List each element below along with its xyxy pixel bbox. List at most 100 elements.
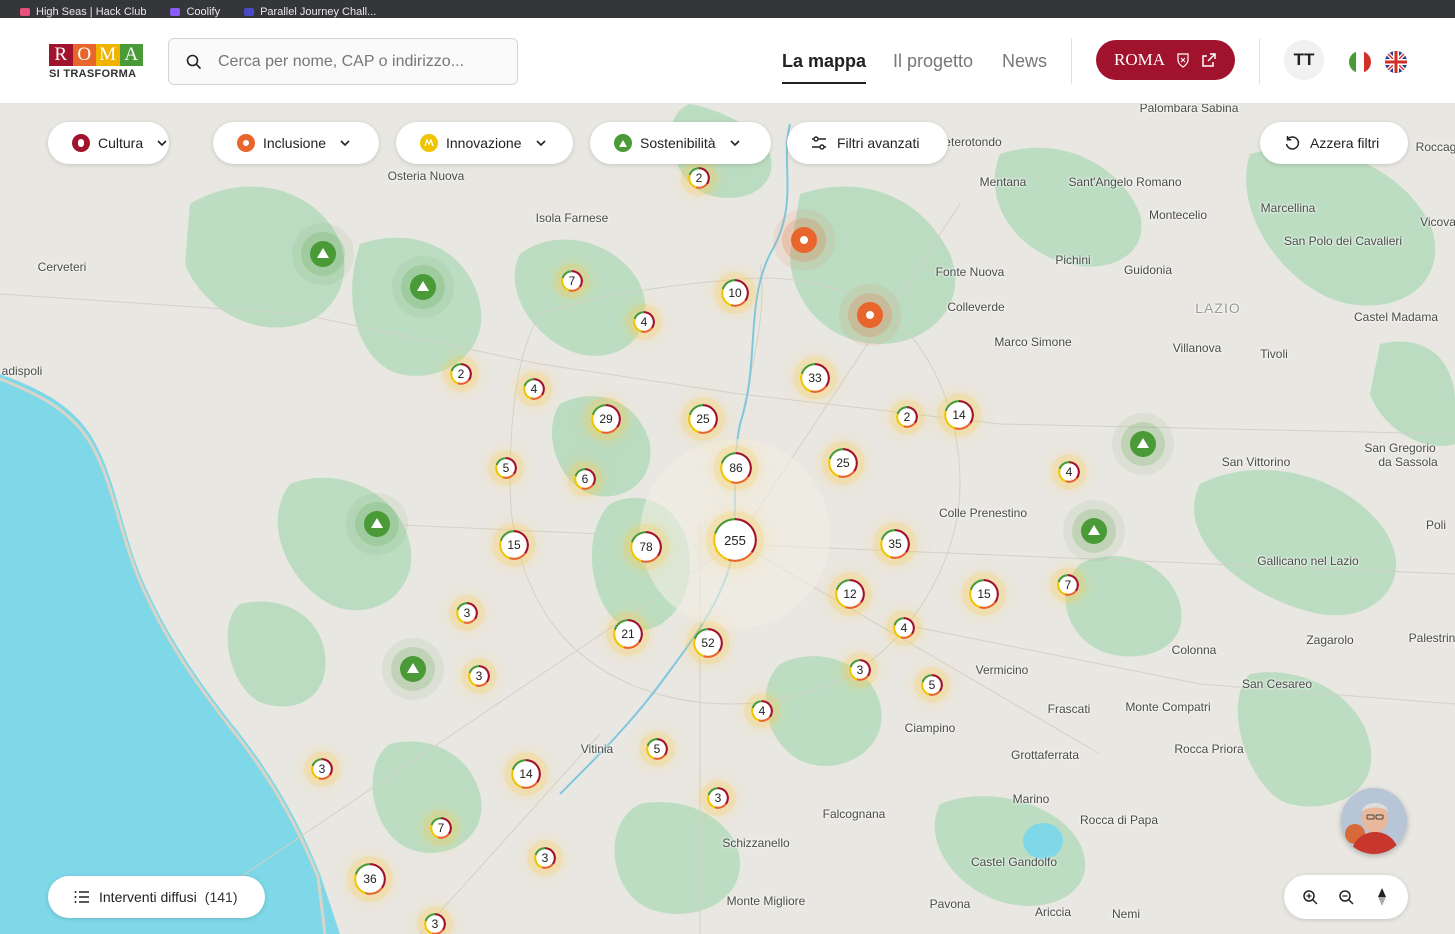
map-cluster[interactable]: 10 [721,279,749,307]
place-label: Vicova [1420,215,1455,229]
filter-sostenibilita[interactable]: Sostenibilità [590,122,771,164]
map-cluster[interactable]: 15 [499,530,529,560]
cluster-count: 21 [621,627,635,641]
map-cluster[interactable]: 12 [835,579,865,609]
filter-innovazione[interactable]: Innovazione [396,122,573,164]
map-cluster[interactable]: 52 [693,628,723,658]
map-cluster[interactable]: 78 [630,531,662,563]
sostenibilita-marker-icon[interactable] [1130,431,1156,457]
search-box[interactable] [168,38,518,85]
place-label: Zagarolo [1306,633,1354,647]
place-label: Vermicino [975,663,1029,677]
reset-filters-button[interactable]: Azzera filtri [1260,122,1408,164]
map-cluster[interactable]: 2 [896,406,918,428]
sostenibilita-marker-icon[interactable] [400,656,426,682]
map-cluster[interactable]: 3 [468,665,490,687]
map-cluster[interactable]: 14 [944,400,974,430]
sostenibilita-marker-icon[interactable] [364,511,390,537]
chevron-down-icon [340,140,350,147]
map-cluster[interactable]: 4 [751,700,773,722]
map-cluster[interactable]: 3 [849,659,871,681]
map-cluster[interactable]: 7 [1057,574,1079,596]
advanced-filters-button[interactable]: Filtri avanzati [787,122,948,164]
place-label: Guidonia [1123,263,1173,277]
map-cluster[interactable]: 15 [969,579,999,609]
place-label: Ciampino [904,721,956,735]
map-cluster[interactable]: 3 [456,602,478,624]
map-cluster[interactable]: 6 [574,468,596,490]
cluster-count: 255 [724,532,746,548]
sostenibilita-marker-icon[interactable] [310,241,336,267]
place-label: Colle Prenestino [938,506,1028,520]
bookmark-favicon-icon [20,8,30,16]
map-cluster[interactable]: 86 [720,452,752,484]
map-cluster[interactable]: 25 [688,404,718,434]
compass-north-icon[interactable] [1371,886,1393,908]
roma-si-trasforma-logo[interactable]: R O M A SI TRASFORMA [49,44,143,80]
zoom-out-icon[interactable] [1335,886,1357,908]
english-flag-icon[interactable] [1385,51,1407,73]
nav-il-progetto[interactable]: Il progetto [893,51,973,72]
map-cluster[interactable]: 36 [354,863,386,895]
search-input[interactable] [218,52,508,71]
map-cluster[interactable]: 4 [893,617,915,639]
place-label: Falcognana [822,807,886,821]
place-label: San Vittorino [1221,455,1291,469]
map-canvas[interactable]: Palombara Sabina Roccag eterotondo Mentana S… [0,104,1455,934]
interventi-diffusi-button[interactable]: Interventi diffusi (141) [48,876,265,918]
cluster-count: 86 [729,461,743,475]
advanced-filters-label: Filtri avanzati [837,135,920,151]
map-cluster[interactable]: 33 [800,363,830,393]
place-label: Ariccia [1034,905,1072,919]
map-cluster[interactable]: 21 [613,619,643,649]
bookmark[interactable]: High Seas | Hack Club [20,7,146,18]
map-cluster[interactable]: 5 [646,738,668,760]
map-cluster[interactable]: 5 [495,457,517,479]
place-label: Poli [1425,518,1447,532]
map-cluster[interactable]: 25 [828,448,858,478]
sostenibilita-marker-icon[interactable] [1081,518,1107,544]
map-cluster[interactable]: 2 [450,363,472,385]
map-cluster[interactable]: 3 [424,913,446,934]
map-cluster[interactable]: 3 [534,847,556,869]
bookmark[interactable]: Parallel Journey Chall... [244,7,376,18]
filter-inclusione[interactable]: Inclusione [213,122,379,164]
map-cluster[interactable]: 2 [688,167,710,189]
place-label: Schizzanello [722,836,790,850]
cluster-count: 4 [900,621,908,635]
user-avatar-button[interactable] [1341,788,1407,854]
cluster-count: 4 [530,382,538,396]
map-cluster[interactable]: 4 [633,311,655,333]
inclusione-marker-icon[interactable] [857,302,883,328]
filter-label: Sostenibilità [640,135,716,151]
map-cluster[interactable]: 35 [880,529,910,559]
map-cluster[interactable]: 29 [591,404,621,434]
map-controls [1284,875,1408,919]
sostenibilita-marker-icon[interactable] [410,274,436,300]
map-cluster[interactable]: 4 [523,378,545,400]
cluster-count: 7 [568,274,576,288]
text-size-button[interactable]: TT [1284,40,1324,80]
roma-external-button[interactable]: ROMA [1096,40,1235,80]
map-cluster[interactable]: 14 [511,759,541,789]
zoom-in-icon[interactable] [1299,886,1321,908]
map-cluster[interactable]: 5 [921,674,943,696]
nav-la-mappa[interactable]: La mappa [782,51,867,84]
map-cluster[interactable]: 4 [1058,461,1080,483]
place-label: Rocca Priora [1174,742,1244,756]
map-cluster[interactable]: 3 [707,787,729,809]
inclusione-marker-icon[interactable] [791,227,817,253]
cluster-count: 15 [977,587,991,601]
place-label: Gallicano nel Lazio [1257,554,1359,568]
map-cluster[interactable]: 7 [430,817,452,839]
cluster-count: 29 [599,412,613,426]
italian-flag-icon[interactable] [1349,51,1371,73]
map-cluster[interactable]: 7 [561,270,583,292]
map-cluster[interactable]: 3 [311,758,333,780]
place-label: Pavona [929,897,971,911]
filter-label: Innovazione [446,135,522,151]
map-cluster[interactable]: 255 [713,518,757,562]
filter-cultura[interactable]: Cultura [48,122,169,164]
bookmark[interactable]: Coolify [170,7,220,18]
nav-news[interactable]: News [1002,51,1047,72]
